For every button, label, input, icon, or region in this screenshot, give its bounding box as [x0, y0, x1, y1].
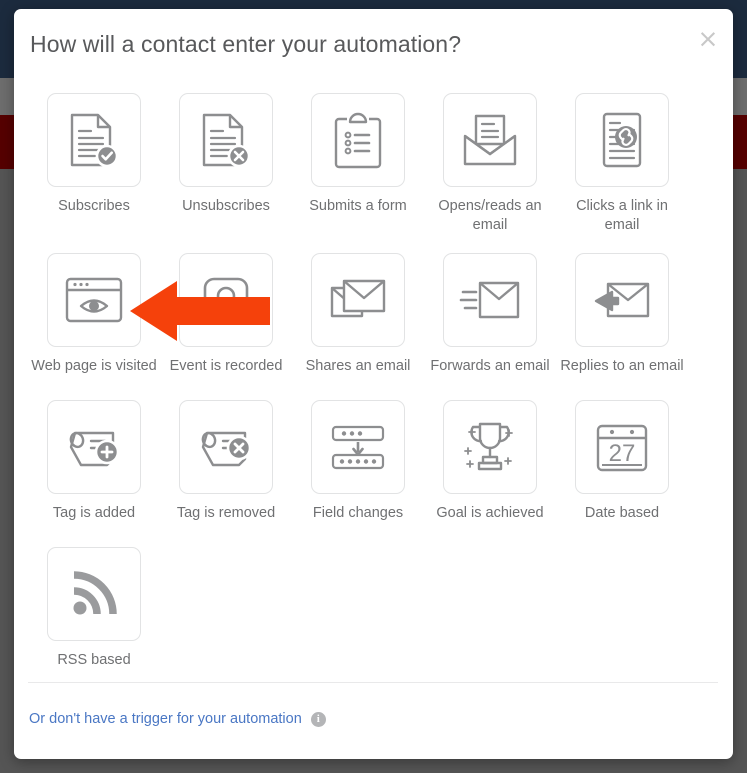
trigger-tile[interactable]: [47, 93, 141, 187]
trigger-submits-a-form[interactable]: Submits a form: [292, 89, 424, 239]
trigger-tile[interactable]: 27: [575, 400, 669, 494]
trigger-row: RSS based: [28, 543, 722, 674]
trigger-tile[interactable]: [179, 400, 273, 494]
trigger-tag-is-added[interactable]: Tag is added: [28, 396, 160, 527]
trigger-label: Tag is removed: [176, 505, 276, 521]
tag-plus-icon: [69, 431, 120, 467]
clipboard-list-icon: [334, 112, 382, 169]
trigger-goal-is-achieved[interactable]: Goal is achieved: [424, 396, 556, 527]
trigger-tile[interactable]: [311, 253, 405, 347]
trigger-unsubscribes[interactable]: Unsubscribes: [160, 89, 292, 239]
trigger-tag-is-removed[interactable]: Tag is removed: [160, 396, 292, 527]
trigger-tile[interactable]: [47, 400, 141, 494]
trigger-tile[interactable]: [311, 400, 405, 494]
document-link-icon: [602, 112, 642, 168]
trigger-tile[interactable]: [575, 253, 669, 347]
trigger-grid: Subscribes Unsubscribes Submits a form O…: [28, 89, 722, 674]
open-envelope-icon: [463, 114, 517, 166]
trigger-field-changes[interactable]: Field changes: [292, 396, 424, 527]
trigger-label: Replies to an email: [560, 358, 684, 374]
trigger-label: Event is recorded: [169, 358, 283, 374]
trophy-icon: [464, 422, 513, 471]
tag-x-icon: [201, 431, 252, 467]
calendar-icon: 27: [596, 424, 648, 472]
trigger-tile[interactable]: [443, 400, 537, 494]
footer-divider: [28, 682, 718, 683]
trigger-row: Subscribes Unsubscribes Submits a form O…: [28, 89, 722, 239]
trigger-label: Web page is visited: [31, 358, 157, 374]
trigger-row: Web page is visited Event is recorded Sh…: [28, 249, 722, 380]
trigger-label: Submits a form: [309, 198, 407, 214]
trigger-label: Field changes: [312, 505, 404, 521]
rss-icon: [73, 571, 117, 615]
trigger-replies-to-an-email[interactable]: Replies to an email: [556, 249, 688, 380]
envelope-reply-icon: [594, 282, 650, 318]
trigger-rss-based[interactable]: RSS based: [28, 543, 160, 674]
stacked-envelopes-icon: [330, 279, 386, 318]
trigger-clicks-a-link-in-email[interactable]: Clicks a link in email: [556, 89, 688, 239]
event-record-icon: [203, 277, 249, 323]
no-trigger-link[interactable]: Or don't have a trigger for your automat…: [29, 711, 302, 727]
document-x-icon: [202, 113, 251, 168]
trigger-label: RSS based: [57, 652, 131, 668]
trigger-event-is-recorded[interactable]: Event is recorded: [160, 249, 292, 380]
trigger-tile[interactable]: [575, 93, 669, 187]
trigger-tile[interactable]: [311, 93, 405, 187]
trigger-label: Unsubscribes: [182, 198, 270, 214]
trigger-label: Clicks a link in email: [576, 198, 668, 233]
trigger-label: Forwards an email: [430, 358, 550, 374]
calendar-day-number: 27: [609, 440, 636, 467]
trigger-shares-an-email[interactable]: Shares an email: [292, 249, 424, 380]
document-check-icon: [70, 113, 119, 168]
trigger-tile[interactable]: [179, 93, 273, 187]
trigger-date-based[interactable]: 27 Date based: [556, 396, 688, 527]
browser-eye-icon: [65, 277, 123, 323]
trigger-label: Shares an email: [305, 358, 411, 374]
trigger-selection-modal: How will a contact enter your automation…: [14, 9, 733, 759]
field-change-icon: [331, 425, 385, 470]
modal-footer: Or don't have a trigger for your automat…: [29, 711, 326, 727]
trigger-label: Opens/reads an email: [438, 198, 542, 233]
close-icon[interactable]: ×: [693, 23, 723, 53]
trigger-label: Tag is added: [52, 505, 136, 521]
trigger-tile[interactable]: [443, 253, 537, 347]
trigger-tile[interactable]: [47, 253, 141, 347]
trigger-opens-reads-an-email[interactable]: Opens/reads an email: [424, 89, 556, 239]
trigger-forwards-an-email[interactable]: Forwards an email: [424, 249, 556, 380]
envelope-forward-icon: [459, 281, 520, 319]
trigger-label: Date based: [584, 505, 660, 521]
trigger-tile[interactable]: [47, 547, 141, 641]
trigger-tile[interactable]: [443, 93, 537, 187]
trigger-subscribes[interactable]: Subscribes: [28, 89, 160, 239]
info-icon[interactable]: i: [310, 711, 326, 727]
trigger-web-page-is-visited[interactable]: Web page is visited: [28, 249, 160, 380]
trigger-label: Subscribes: [58, 198, 130, 214]
modal-header: How will a contact enter your automation…: [14, 9, 733, 81]
trigger-label: Goal is achieved: [436, 505, 544, 521]
page-title: How will a contact enter your automation…: [30, 31, 462, 57]
trigger-row: Tag is added Tag is removed Field change…: [28, 396, 722, 527]
trigger-tile[interactable]: [179, 253, 273, 347]
